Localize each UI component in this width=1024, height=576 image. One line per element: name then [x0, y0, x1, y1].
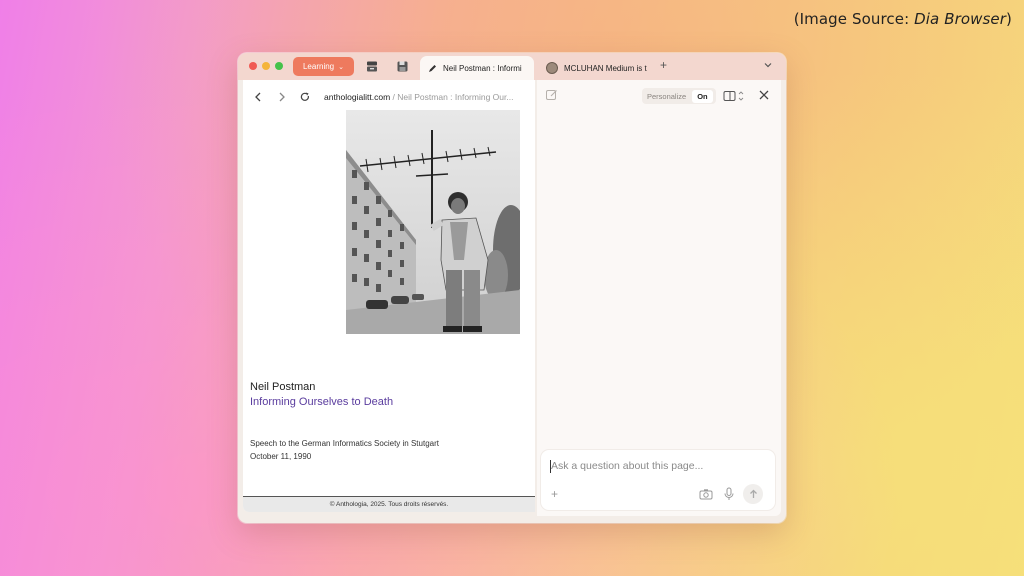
postman-photo — [346, 110, 520, 334]
reload-icon — [300, 92, 309, 101]
chevron-down-icon: ⌄ — [338, 63, 344, 71]
camera-icon[interactable] — [699, 488, 713, 500]
url-domain: anthologialitt.com — [324, 92, 391, 102]
reload-button[interactable] — [298, 90, 312, 104]
pen-favicon-icon — [429, 64, 436, 72]
chevron-left-icon — [255, 92, 261, 102]
speech-date: October 11, 1990 — [250, 452, 312, 461]
close-window-button[interactable] — [249, 62, 257, 70]
title-bar: Learning ⌄ Neil Postman : Informi MCLUHA… — [238, 53, 786, 80]
forward-button[interactable] — [275, 90, 289, 104]
send-button[interactable] — [743, 484, 763, 504]
tab-mcluhan[interactable]: MCLUHAN Medium is t — [538, 56, 650, 80]
new-chat-icon[interactable] — [545, 88, 559, 102]
web-page-pane: anthologialitt.com / Neil Postman : Info… — [243, 80, 535, 512]
save-icon[interactable] — [395, 59, 409, 73]
personalize-label: Personalize — [647, 91, 687, 101]
assistant-sidebar: Personalize On + — [537, 80, 781, 516]
ask-question-input[interactable] — [551, 460, 751, 472]
add-attachment-button[interactable]: + — [551, 487, 558, 501]
close-icon[interactable] — [757, 88, 771, 102]
url-path: Neil Postman : Informing Our... — [397, 92, 514, 102]
minimize-window-button[interactable] — [262, 62, 270, 70]
image-source-credit: (Image Source: Dia Browser) — [793, 10, 1012, 28]
archive-icon[interactable] — [365, 59, 379, 73]
navigation-bar: anthologialitt.com / Neil Postman : Info… — [243, 88, 535, 106]
tab-label: Neil Postman : Informi — [443, 63, 522, 73]
essay-title-link[interactable]: Informing Ourselves to Death — [250, 396, 393, 408]
microphone-icon[interactable] — [723, 487, 735, 501]
speech-description: Speech to the German Informatics Society… — [250, 439, 439, 448]
tab-neil-postman[interactable]: Neil Postman : Informi — [420, 56, 534, 80]
chevron-down-icon[interactable] — [763, 60, 773, 70]
back-button[interactable] — [251, 90, 265, 104]
space-selector[interactable]: Learning ⌄ — [293, 57, 354, 76]
chat-composer: + — [541, 450, 775, 510]
tab-label: MCLUHAN Medium is t — [564, 63, 647, 73]
avatar-favicon-icon — [546, 62, 558, 74]
browser-window: Learning ⌄ Neil Postman : Informi MCLUHA… — [238, 53, 786, 523]
chevron-right-icon — [279, 92, 285, 102]
personalize-state: On — [692, 89, 713, 103]
arrow-up-icon — [749, 489, 757, 498]
new-tab-button[interactable]: + — [660, 58, 667, 72]
sidebar-layout-icon[interactable] — [723, 89, 745, 103]
space-label: Learning — [302, 62, 335, 71]
address-bar[interactable]: anthologialitt.com / Neil Postman : Info… — [324, 92, 532, 102]
page-footer: © Anthologia, 2025. Tous droits réservés… — [243, 497, 535, 512]
zoom-window-button[interactable] — [275, 62, 283, 70]
personalize-toggle[interactable]: Personalize On — [642, 88, 716, 104]
author-name: Neil Postman — [250, 381, 316, 393]
